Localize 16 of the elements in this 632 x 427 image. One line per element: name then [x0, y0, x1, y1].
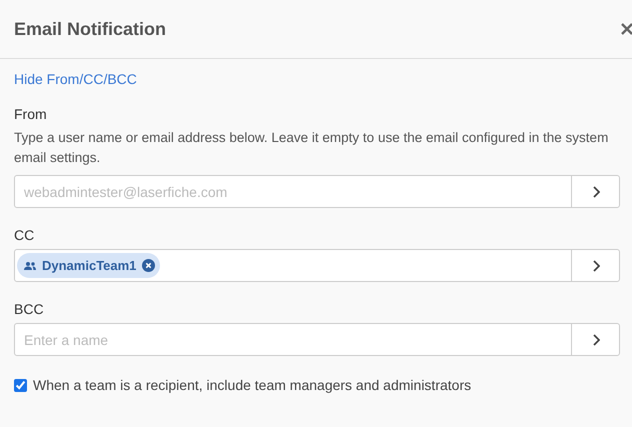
chevron-right-icon [592, 186, 600, 198]
field-label: CC [14, 227, 36, 243]
close-icon[interactable] [620, 22, 632, 36]
recipient-chip[interactable]: DynamicTeam1 [17, 253, 160, 278]
field-description: Type a user name or email address below. Leave it empty to use the email configured in the system email settings. [14, 129, 610, 167]
remove-icon[interactable] [142, 259, 156, 272]
field-label: From [14, 106, 48, 122]
field-label: BCC [14, 301, 45, 317]
recipient-field[interactable]: DynamicTeam1 [14, 249, 620, 282]
include-managers-checkbox[interactable] [14, 378, 27, 392]
dialog-title: Email Notification [14, 18, 166, 40]
people-icon [24, 260, 36, 270]
chevron-right-icon [592, 260, 600, 272]
checkbox-label: When a team is a recipient, include team managers and administrators [33, 377, 472, 393]
chevron-right-icon [592, 334, 600, 346]
hide-recipients-link[interactable]: Hide From/CC/BCC [14, 71, 137, 87]
